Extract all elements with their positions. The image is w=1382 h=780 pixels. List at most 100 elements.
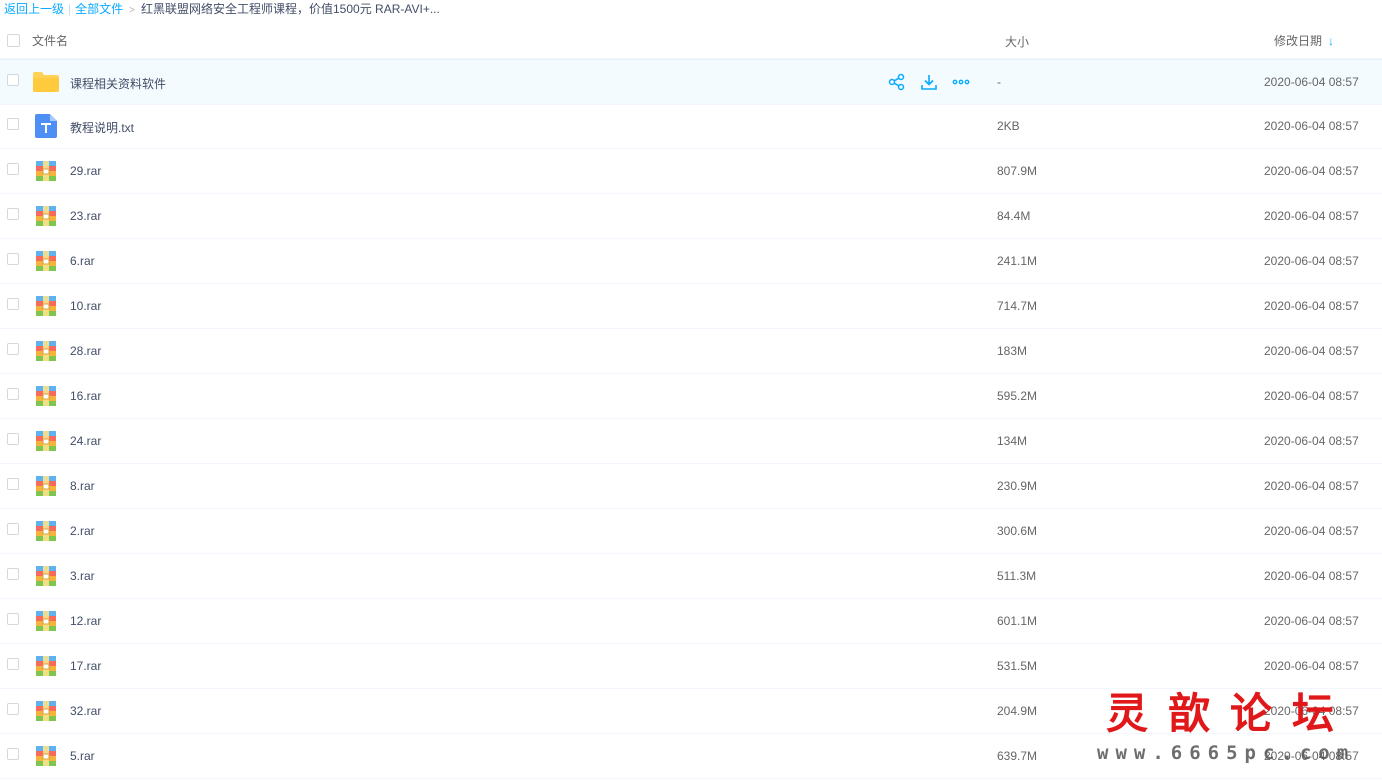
archive-file-icon [36, 386, 56, 406]
file-size: 511.3M [997, 569, 1037, 583]
archive-file-icon [36, 341, 56, 361]
file-size: 639.7M [997, 749, 1038, 763]
file-row[interactable]: 16.rar 595.2M 2020-06-04 08:57 [0, 374, 1382, 419]
file-name-link[interactable]: 10.rar [70, 299, 101, 313]
file-size: 531.5M [997, 659, 1038, 673]
watermark-title: 灵歆论坛 [1106, 689, 1355, 738]
row-checkbox[interactable] [7, 118, 19, 130]
share-icon[interactable] [888, 73, 906, 91]
row-checkbox[interactable] [7, 343, 19, 355]
file-size: - [997, 75, 1001, 89]
download-icon[interactable] [920, 73, 938, 91]
file-row[interactable]: 10.rar 714.7M 2020-06-04 08:57 [0, 284, 1382, 329]
file-row[interactable]: 23.rar 84.4M 2020-06-04 08:57 [0, 194, 1382, 239]
file-name-link[interactable]: 23.rar [70, 209, 101, 223]
file-name-link[interactable]: 16.rar [70, 389, 101, 403]
file-name-link[interactable]: 24.rar [70, 434, 101, 448]
file-size: 134M [997, 434, 1028, 448]
file-size: 300.6M [997, 524, 1038, 538]
row-checkbox[interactable] [7, 298, 19, 310]
file-modified-date: 2020-06-04 08:57 [1264, 389, 1359, 403]
file-size: 204.9M [997, 704, 1038, 718]
file-name-link[interactable]: 2.rar [70, 524, 95, 538]
archive-file-icon [36, 701, 56, 721]
more-icon[interactable] [952, 73, 970, 91]
file-size: 807.9M [997, 164, 1038, 178]
select-all-checkbox[interactable] [7, 34, 20, 47]
file-modified-date: 2020-06-04 08:57 [1264, 209, 1359, 223]
file-row[interactable]: 6.rar 241.1M 2020-06-04 08:57 [0, 239, 1382, 284]
row-checkbox[interactable] [7, 523, 19, 535]
file-modified-date: 2020-06-04 08:57 [1264, 164, 1359, 178]
archive-file-icon [36, 206, 56, 226]
file-row[interactable]: 课程相关资料软件 - 2020-06-04 08:57 [0, 59, 1382, 105]
file-modified-date: 2020-06-04 08:57 [1264, 614, 1359, 628]
file-modified-date: 2020-06-04 08:57 [1264, 569, 1359, 583]
file-name-link[interactable]: 28.rar [70, 344, 101, 358]
file-row[interactable]: 28.rar 183M 2020-06-04 08:57 [0, 329, 1382, 374]
file-name-link[interactable]: 32.rar [70, 704, 101, 718]
archive-file-icon [36, 431, 56, 451]
row-checkbox[interactable] [7, 703, 19, 715]
file-size: 230.9M [997, 479, 1038, 493]
row-checkbox[interactable] [7, 208, 19, 220]
file-size: 2KB [997, 119, 1020, 133]
file-modified-date: 2020-06-04 08:57 [1264, 344, 1359, 358]
file-size: 601.1M [997, 614, 1038, 628]
row-checkbox[interactable] [7, 388, 19, 400]
archive-file-icon [36, 251, 56, 271]
row-checkbox[interactable] [7, 478, 19, 490]
file-name-link[interactable]: 3.rar [70, 569, 95, 583]
file-name-link[interactable]: 6.rar [70, 254, 95, 268]
folder-icon [32, 71, 59, 92]
file-row[interactable]: 教程说明.txt 2KB 2020-06-04 08:57 [0, 104, 1382, 149]
archive-file-icon [36, 161, 56, 181]
row-checkbox[interactable] [7, 253, 19, 265]
file-name-link[interactable]: 教程说明.txt [70, 119, 134, 136]
column-date-header[interactable]: 修改日期 ↓ [1274, 32, 1334, 49]
text-file-icon [35, 114, 57, 138]
archive-file-icon [36, 746, 56, 766]
column-date-label: 修改日期 [1274, 34, 1323, 48]
file-name-link[interactable]: 课程相关资料软件 [70, 75, 166, 92]
watermark-url: www.6665pc.com [1097, 742, 1356, 764]
column-name-header[interactable]: 文件名 [32, 32, 68, 49]
file-name-link[interactable]: 5.rar [70, 749, 95, 763]
file-row[interactable]: 2.rar 300.6M 2020-06-04 08:57 [0, 509, 1382, 554]
file-modified-date: 2020-06-04 08:57 [1264, 119, 1359, 133]
file-modified-date: 2020-06-04 08:57 [1264, 75, 1359, 89]
file-modified-date: 2020-06-04 08:57 [1264, 479, 1359, 493]
file-name-link[interactable]: 29.rar [70, 164, 101, 178]
archive-file-icon [36, 476, 56, 496]
back-link[interactable]: 返回上一级 [4, 2, 64, 16]
archive-file-icon [36, 656, 56, 676]
row-checkbox[interactable] [7, 658, 19, 670]
file-row[interactable]: 29.rar 807.9M 2020-06-04 08:57 [0, 149, 1382, 194]
breadcrumb-separator-icon: > [129, 5, 135, 16]
file-name-link[interactable]: 8.rar [70, 479, 95, 493]
all-files-link[interactable]: 全部文件 [75, 2, 123, 16]
file-row[interactable]: 24.rar 134M 2020-06-04 08:57 [0, 419, 1382, 464]
file-row[interactable]: 3.rar 511.3M 2020-06-04 08:57 [0, 554, 1382, 599]
file-row[interactable]: 12.rar 601.1M 2020-06-04 08:57 [0, 599, 1382, 644]
row-checkbox[interactable] [7, 74, 19, 86]
sort-descending-icon[interactable]: ↓ [1328, 34, 1334, 48]
file-modified-date: 2020-06-04 08:57 [1264, 434, 1359, 448]
current-folder-title: 红黑联盟网络安全工程师课程，价值1500元 RAR-AVI+... [141, 2, 440, 16]
file-modified-date: 2020-06-04 08:57 [1264, 299, 1359, 313]
archive-file-icon [36, 521, 56, 541]
file-name-link[interactable]: 17.rar [70, 659, 101, 673]
breadcrumb-divider: | [68, 2, 72, 16]
column-size-header[interactable]: 大小 [1005, 33, 1029, 50]
file-row[interactable]: 17.rar 531.5M 2020-06-04 08:57 [0, 644, 1382, 689]
file-name-link[interactable]: 12.rar [70, 614, 101, 628]
row-checkbox[interactable] [7, 433, 19, 445]
row-checkbox[interactable] [7, 163, 19, 175]
row-checkbox[interactable] [7, 568, 19, 580]
row-checkbox[interactable] [7, 748, 19, 760]
file-row[interactable]: 8.rar 230.9M 2020-06-04 08:57 [0, 464, 1382, 509]
file-modified-date: 2020-06-04 08:57 [1264, 254, 1359, 268]
row-checkbox[interactable] [7, 613, 19, 625]
file-modified-date: 2020-06-04 08:57 [1264, 524, 1359, 538]
file-list-header: 文件名 大小 修改日期 ↓ [0, 20, 1382, 59]
